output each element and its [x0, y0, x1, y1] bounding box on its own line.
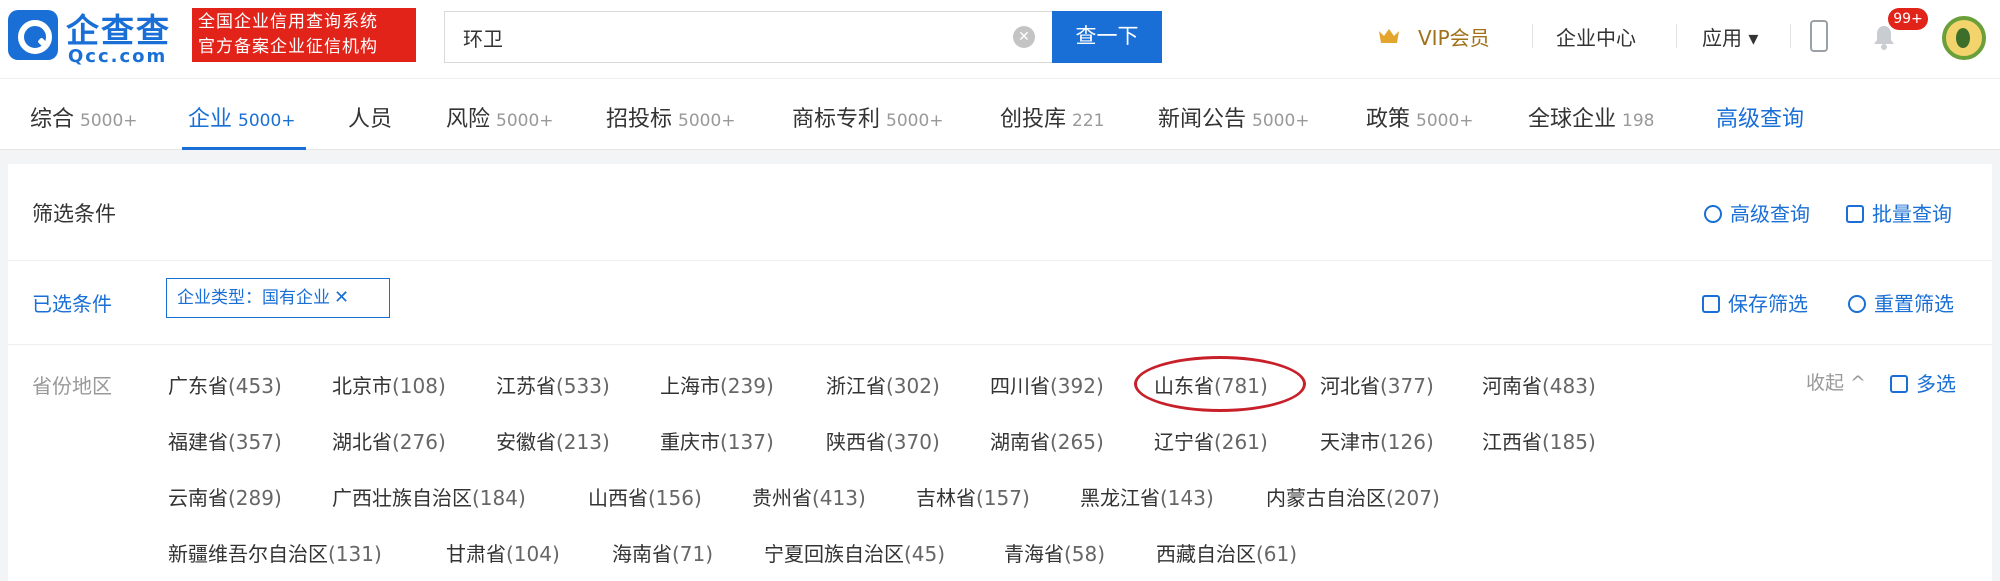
logo-domain: Qcc.com [68, 46, 168, 67]
province-option[interactable]: 广西壮族自治区(184) [332, 482, 526, 511]
province-option[interactable]: 贵州省(413) [752, 482, 866, 511]
province-option[interactable]: 河北省(377) [1320, 370, 1434, 399]
province-option[interactable]: 山西省(156) [588, 482, 702, 511]
filter-title: 筛选条件 [32, 202, 116, 226]
advanced-query-link[interactable]: 高级查询 [1704, 198, 1810, 227]
tab-enterprise[interactable]: 企业 5000+ [188, 101, 296, 133]
province-option[interactable]: 上海市(239) [660, 370, 774, 399]
tab-news[interactable]: 新闻公告 5000+ [1158, 101, 1310, 133]
province-option[interactable]: 甘肃省(104) [446, 538, 560, 567]
search-box: ✕ [444, 11, 1054, 63]
vip-member-link[interactable]: VIP会员 [1418, 22, 1490, 51]
tab-policy[interactable]: 政策 5000+ [1366, 101, 1474, 133]
checkbox-icon [1890, 375, 1908, 393]
province-option[interactable]: 江苏省(533) [496, 370, 610, 399]
tab-advanced-query[interactable]: 高级查询 [1716, 101, 1804, 133]
mobile-app-icon[interactable] [1810, 20, 1828, 52]
logo-text[interactable]: 企查查 [66, 4, 171, 52]
tab-bidding[interactable]: 招投标 5000+ [606, 101, 736, 133]
selected-filter-chip[interactable]: 企业类型：国有企业 ✕ [166, 278, 390, 318]
province-option[interactable]: 天津市(126) [1320, 426, 1434, 455]
province-option[interactable]: 新疆维吾尔自治区(131) [168, 538, 382, 567]
province-option[interactable]: 西藏自治区(61) [1156, 538, 1297, 567]
target-icon [1704, 205, 1722, 223]
province-option[interactable]: 四川省(392) [990, 370, 1104, 399]
province-option[interactable]: 福建省(357) [168, 426, 282, 455]
tab-risk[interactable]: 风险 5000+ [446, 101, 554, 133]
batch-search-icon [1846, 205, 1864, 223]
province-option[interactable]: 江西省(185) [1482, 426, 1596, 455]
search-category-tabs: 综合 5000+ 企业 5000+ 人员 风险 5000+ 招投标 5000+ 商标专利… [0, 78, 2000, 150]
certification-badge: 全国企业信用查询系统 官方备案企业征信机构 [192, 8, 416, 62]
province-option[interactable]: 内蒙古自治区(207) [1266, 482, 1440, 511]
header-divider [1790, 24, 1791, 48]
search-button[interactable]: 查一下 [1052, 11, 1162, 63]
province-option[interactable]: 吉林省(157) [916, 482, 1030, 511]
highlight-circle-annotation [1134, 356, 1306, 412]
enterprise-center-link[interactable]: 企业中心 [1556, 22, 1636, 51]
province-option[interactable]: 黑龙江省(143) [1080, 482, 1214, 511]
province-option[interactable]: 宁夏回族自治区(45) [764, 538, 945, 567]
province-option[interactable]: 河南省(483) [1482, 370, 1596, 399]
province-option[interactable]: 青海省(58) [1004, 538, 1105, 567]
user-avatar[interactable] [1942, 16, 1986, 60]
folder-icon [1702, 295, 1720, 313]
badge-line-2: 官方备案企业征信机构 [198, 37, 378, 57]
tab-global-enterprise[interactable]: 全球企业 198 [1528, 101, 1654, 133]
badge-line-1: 全国企业信用查询系统 [198, 12, 378, 32]
header-divider [1676, 24, 1677, 48]
search-input[interactable] [445, 12, 1045, 62]
province-option[interactable]: 云南省(289) [168, 482, 282, 511]
clear-icon[interactable]: ✕ [1013, 26, 1035, 48]
selected-conditions-label: 已选条件 [32, 292, 112, 316]
vip-crown-icon [1379, 29, 1399, 43]
province-option[interactable]: 安徽省(213) [496, 426, 610, 455]
qcc-logo-icon[interactable] [8, 10, 58, 60]
province-option[interactable]: 湖南省(265) [990, 426, 1104, 455]
province-option[interactable]: 浙江省(302) [826, 370, 940, 399]
province-option[interactable]: 陕西省(370) [826, 426, 940, 455]
apps-menu[interactable]: 应用 ▾ [1702, 22, 1758, 51]
tab-comprehensive[interactable]: 综合 5000+ [30, 101, 138, 133]
province-option[interactable]: 辽宁省(261) [1154, 426, 1268, 455]
close-icon[interactable]: ✕ [334, 287, 349, 308]
tab-people[interactable]: 人员 [348, 101, 392, 133]
province-option[interactable]: 重庆市(137) [660, 426, 774, 455]
divider [8, 344, 1992, 345]
save-filter-button[interactable]: 保存筛选 [1702, 288, 1808, 317]
divider [8, 260, 1992, 261]
multi-select-toggle[interactable]: 多选 [1890, 368, 1956, 397]
refresh-icon [1848, 295, 1866, 313]
reset-filter-button[interactable]: 重置筛选 [1848, 288, 1954, 317]
province-option[interactable]: 海南省(71) [612, 538, 713, 567]
province-option[interactable]: 湖北省(276) [332, 426, 446, 455]
top-header: 企查查 Qcc.com 全国企业信用查询系统 官方备案企业征信机构 ✕ 查一下 … [0, 0, 2000, 78]
collapse-toggle[interactable]: 收起 ^ [1806, 368, 1866, 395]
province-option[interactable]: 北京市(108) [332, 370, 446, 399]
batch-query-link[interactable]: 批量查询 [1846, 198, 1952, 227]
province-option[interactable]: 广东省(453) [168, 370, 282, 399]
header-divider [1532, 24, 1533, 48]
active-tab-indicator [182, 147, 306, 150]
province-filter-label: 省份地区 [32, 374, 112, 398]
tab-trademark-patent[interactable]: 商标专利 5000+ [792, 101, 944, 133]
filter-panel: 筛选条件 高级查询 批量查询 已选条件 企业类型：国有企业 ✕ 保存筛选 重置筛选… [8, 164, 1992, 581]
notification-badge: 99+ [1888, 8, 1928, 30]
tab-venture-db[interactable]: 创投库 221 [1000, 101, 1104, 133]
